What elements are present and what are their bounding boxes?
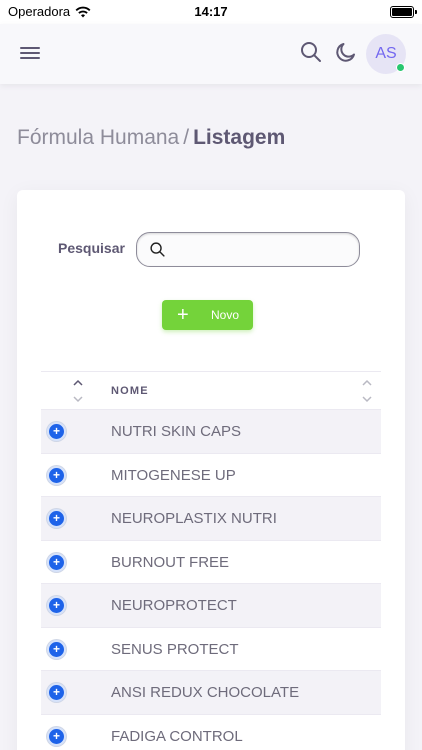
product-name: FADIGA CONTROL [111, 727, 243, 745]
table-row[interactable]: + NEUROPROTECT [41, 584, 381, 628]
list-card: Pesquisar + Novo NOME + NUTRI SKIN CAPS [17, 190, 405, 750]
plus-circle-icon[interactable]: + [47, 596, 66, 615]
search-icon [150, 242, 165, 257]
search-icon[interactable] [299, 40, 323, 64]
column-header-name[interactable]: NOME [111, 385, 149, 397]
table-row[interactable]: + MITOGENESE UP [41, 454, 381, 497]
product-name: SENUS PROTECT [111, 640, 239, 658]
product-name: ANSI REDUX CHOCOLATE [111, 684, 300, 701]
plus-circle-icon[interactable]: + [47, 465, 66, 485]
sort-chevrons-icon[interactable] [72, 378, 84, 404]
breadcrumb-separator: / [183, 126, 190, 149]
new-button[interactable]: + Novo [162, 300, 253, 330]
table-row[interactable]: + ANSI REDUX CHOCOLATE [41, 671, 381, 715]
search-input[interactable] [172, 233, 359, 266]
plus-circle-icon[interactable]: + [47, 509, 66, 528]
plus-icon: + [177, 304, 189, 326]
table-row[interactable]: + NUTRI SKIN CAPS [41, 410, 381, 454]
top-navbar: AS [0, 24, 422, 84]
product-name: NEUROPROTECT [111, 597, 237, 614]
sort-chevrons-icon[interactable] [361, 378, 373, 404]
moon-icon[interactable] [334, 40, 358, 64]
hamburger-menu-icon[interactable] [20, 44, 40, 62]
table-row[interactable]: + NEUROPLASTIX NUTRI [41, 497, 381, 541]
avatar[interactable]: AS [366, 34, 406, 74]
plus-circle-icon[interactable]: + [47, 683, 66, 702]
avatar-initials: AS [375, 45, 397, 62]
breadcrumb: Fórmula Humana / Listagem [17, 126, 285, 150]
status-bar: Operadora 14:17 [0, 0, 422, 24]
battery-icon [390, 6, 417, 18]
search-box[interactable] [136, 232, 360, 267]
product-table: NOME + NUTRI SKIN CAPS + MITOGENESE UP +… [41, 371, 381, 750]
breadcrumb-parent[interactable]: Fórmula Humana [17, 126, 179, 149]
breadcrumb-current: Listagem [193, 126, 286, 149]
product-name: BURNOUT FREE [111, 553, 230, 571]
table-row[interactable]: + BURNOUT FREE [41, 541, 381, 584]
status-time: 14:17 [194, 4, 228, 19]
product-name: NUTRI SKIN CAPS [111, 423, 242, 440]
online-status-dot [396, 63, 405, 72]
product-name: MITOGENESE UP [111, 466, 236, 484]
plus-circle-icon[interactable]: + [47, 552, 66, 572]
table-row[interactable]: + FADIGA CONTROL [41, 715, 381, 750]
table-row[interactable]: + SENUS PROTECT [41, 628, 381, 671]
plus-circle-icon[interactable]: + [47, 726, 66, 746]
table-header: NOME [41, 371, 381, 410]
new-button-label: Novo [211, 308, 240, 322]
plus-circle-icon[interactable]: + [47, 639, 66, 659]
plus-circle-icon[interactable]: + [47, 422, 66, 441]
product-name: NEUROPLASTIX NUTRI [111, 510, 277, 527]
search-label: Pesquisar [58, 240, 125, 256]
